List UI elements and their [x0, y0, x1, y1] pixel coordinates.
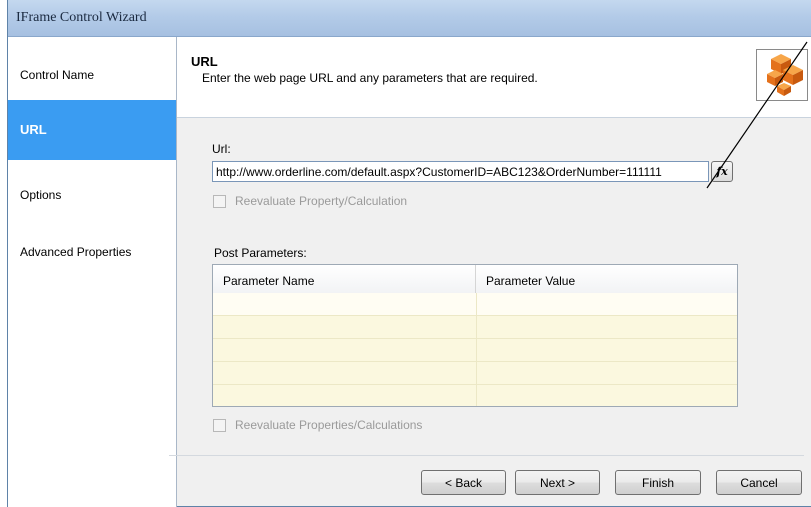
title-bar: IFrame Control Wizard [8, 0, 811, 37]
table-row[interactable] [213, 316, 737, 339]
page-subtitle: Enter the web page URL and any parameter… [202, 71, 538, 85]
sidebar-item-label: Control Name [20, 68, 95, 82]
sidebar-item-label: URL [20, 122, 47, 137]
table-row[interactable] [213, 362, 737, 385]
table-row[interactable] [213, 385, 737, 408]
grid-header: Parameter Name Parameter Value [213, 265, 737, 294]
next-button[interactable]: Next > [515, 470, 600, 495]
sidebar: Control Name URL Options Advanced Proper… [8, 37, 177, 507]
back-button[interactable]: < Back [421, 470, 506, 495]
column-header-parameter-value[interactable]: Parameter Value [476, 265, 737, 293]
reevaluate-properties-checkbox[interactable] [213, 418, 226, 432]
sidebar-item-url[interactable]: URL [8, 100, 176, 160]
reevaluate-property-label: Reevaluate Property/Calculation [235, 194, 408, 208]
finish-button[interactable]: Finish [615, 470, 701, 495]
window-title: IFrame Control Wizard [16, 10, 147, 25]
sidebar-item-label: Options [20, 188, 62, 202]
sidebar-item-label: Advanced Properties [20, 245, 132, 259]
footer-divider [169, 455, 804, 456]
sidebar-item-advanced-properties[interactable]: Advanced Properties [8, 224, 176, 280]
fx-button[interactable]: fx [711, 161, 733, 182]
reevaluate-property-row: Reevaluate Property/Calculation [213, 194, 407, 208]
page-header: URL Enter the web page URL and any param… [177, 37, 811, 118]
sidebar-item-control-name[interactable]: Control Name [8, 47, 176, 103]
url-label: Url: [212, 142, 231, 156]
table-row[interactable] [213, 293, 737, 316]
column-divider [476, 293, 477, 406]
page-title: URL [191, 54, 218, 69]
sidebar-item-options[interactable]: Options [8, 167, 176, 223]
post-parameters-grid[interactable]: Parameter Name Parameter Value [212, 264, 738, 407]
table-row[interactable] [213, 339, 737, 362]
reevaluate-properties-row: Reevaluate Properties/Calculations [213, 418, 422, 432]
wizard-cube-logo-icon [756, 49, 808, 101]
post-parameters-label: Post Parameters: [214, 246, 307, 260]
column-header-parameter-name[interactable]: Parameter Name [213, 265, 476, 293]
url-input[interactable] [212, 161, 709, 182]
cancel-button[interactable]: Cancel [716, 470, 802, 495]
reevaluate-properties-label: Reevaluate Properties/Calculations [235, 418, 423, 432]
fx-icon: fx [716, 165, 728, 178]
reevaluate-property-checkbox[interactable] [213, 194, 226, 208]
